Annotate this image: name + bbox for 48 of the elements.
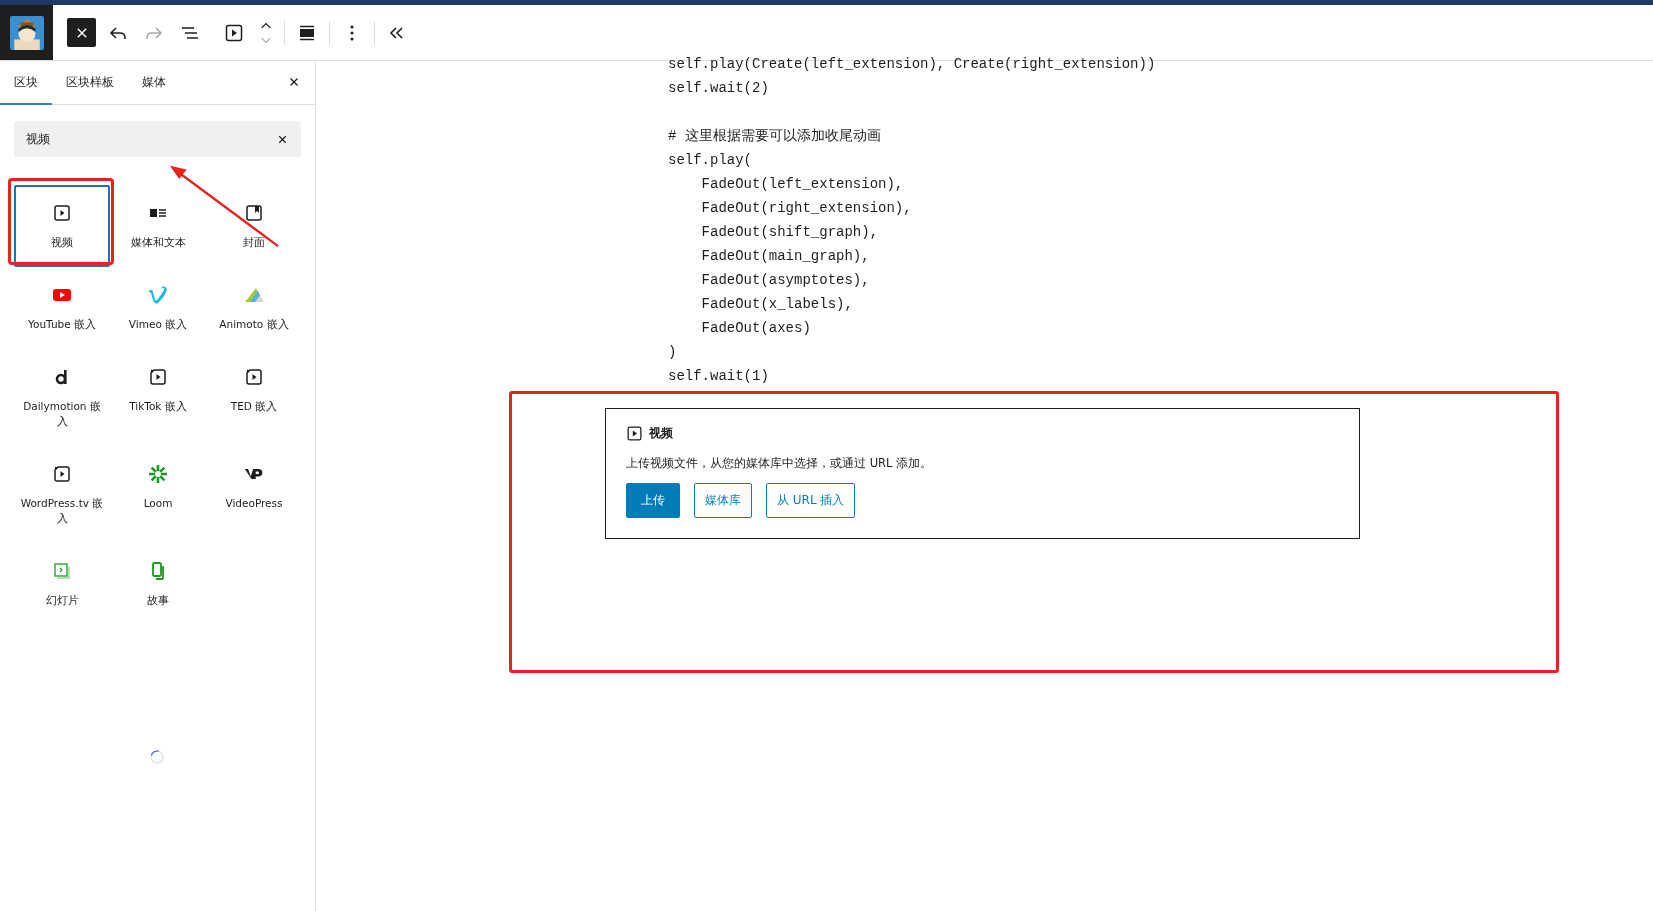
block-item[interactable]: YouTube 嵌入 xyxy=(14,267,110,349)
code-line: ) xyxy=(668,343,678,362)
block-item[interactable]: TikTok 嵌入 xyxy=(110,349,206,431)
block-item[interactable]: Vimeo 嵌入 xyxy=(110,267,206,349)
code-line: FadeOut(main_graph), xyxy=(700,247,871,266)
tab[interactable]: 区块样板 xyxy=(52,61,128,105)
video-icon xyxy=(52,203,72,223)
tab[interactable]: 媒体 xyxy=(128,61,180,105)
slides-icon xyxy=(52,561,72,581)
block-item[interactable]: 媒体和文本 xyxy=(110,185,206,267)
block-item[interactable]: 故事 xyxy=(110,543,206,625)
close-button[interactable] xyxy=(67,18,96,47)
code-line: FadeOut(axes) xyxy=(700,319,812,338)
block-item[interactable]: 幻灯片 xyxy=(14,543,110,625)
block-item[interactable]: Dailymotion 嵌入 xyxy=(14,349,110,446)
video-icon[interactable] xyxy=(224,22,244,43)
embed-video-icon xyxy=(244,367,264,387)
block-item[interactable]: 视频 xyxy=(14,185,110,267)
code-line: FadeOut(right_extension), xyxy=(700,199,913,218)
block-item[interactable]: TED 嵌入 xyxy=(206,349,302,431)
block-item[interactable]: VideoPress xyxy=(206,446,302,528)
embed-video-icon xyxy=(52,464,72,484)
code-line: FadeOut(shift_graph), xyxy=(700,223,880,242)
code-line: # 这里根据需要可以添加收尾动画 xyxy=(668,127,882,146)
code-line: self.play(Create(left_extension), Create(right_extension)) xyxy=(668,55,1157,74)
code-line: self.play( xyxy=(668,151,753,170)
placeholder-title: 视频 xyxy=(649,425,673,442)
v-logo-icon xyxy=(148,285,168,305)
tab[interactable]: 区块 xyxy=(0,61,52,105)
block-item[interactable]: Loom xyxy=(110,446,206,528)
block-item[interactable]: 封面 xyxy=(206,185,302,267)
placeholder-instructions: 上传视频文件，从您的媒体库中选择，或通过 URL 添加。 xyxy=(626,456,934,471)
embed-video-icon xyxy=(148,367,168,387)
search-field[interactable]: 视频 xyxy=(14,121,301,157)
loading-spinner-icon xyxy=(149,749,165,765)
cover-icon xyxy=(244,203,264,223)
code-line: FadeOut(x_labels), xyxy=(700,295,854,314)
video-icon xyxy=(626,425,643,442)
code-line: self.wait(2) xyxy=(668,79,770,98)
starburst-icon xyxy=(148,464,168,484)
upload-button[interactable]: 上传 xyxy=(626,483,680,518)
code-line: FadeOut(asymptotes), xyxy=(700,271,871,290)
option-button[interactable]: 从 URL 插入 xyxy=(766,483,856,518)
option-button[interactable]: 媒体库 xyxy=(694,483,752,518)
code-line: self.wait(1) xyxy=(668,367,770,386)
code-line: FadeOut(left_extension), xyxy=(700,175,905,194)
block-item[interactable]: WordPress.tv 嵌入 xyxy=(14,446,110,543)
block-item[interactable]: Animoto 嵌入 xyxy=(206,267,302,349)
